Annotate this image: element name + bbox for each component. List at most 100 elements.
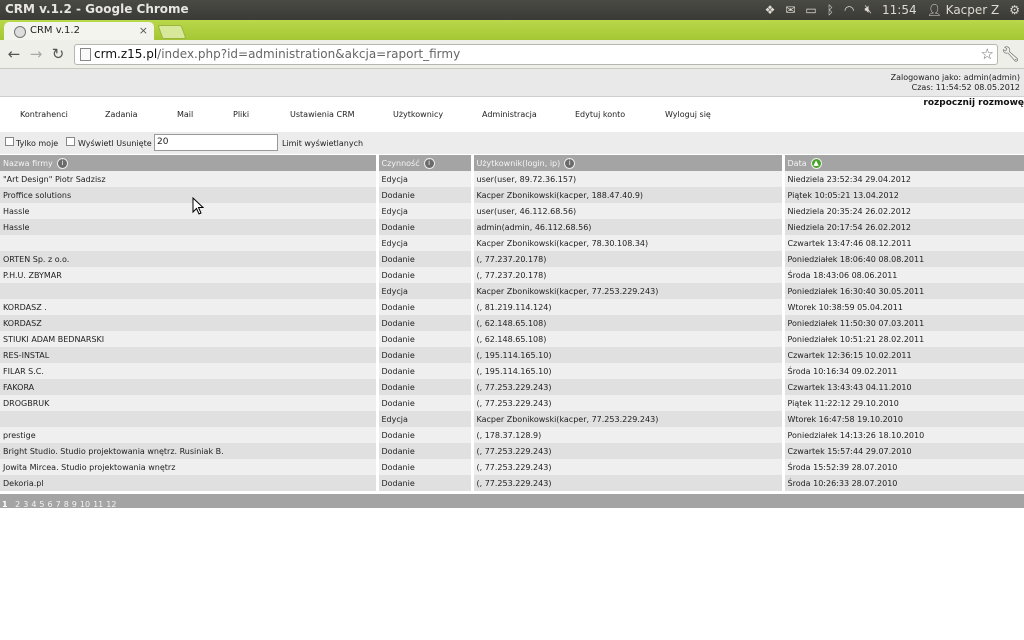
page-link[interactable]: 11 (93, 500, 103, 509)
table-row[interactable]: FAKORA Dodanie (, 77.253.229.243) Czwartek … (0, 379, 1024, 395)
user-info-bar: Zalogowano jako: admin(admin) Czas: 11:5… (0, 69, 1024, 97)
wrench-icon[interactable]: 🔧︎ (1001, 45, 1020, 63)
column-header-date[interactable]: Data ▲ (783, 155, 1024, 171)
gear-icon[interactable]: ⚙ (1009, 3, 1020, 17)
table-row[interactable]: STIUKI ADAM BEDNARSKI Dodanie (, 62.148.65… (0, 331, 1024, 347)
page-link[interactable]: 7 (56, 500, 61, 509)
back-icon[interactable]: ← (4, 44, 24, 64)
column-header-action[interactable]: Czynność i (377, 155, 474, 171)
menu-item-ustawienia[interactable]: Ustawienia CRM (290, 110, 355, 119)
cell-company: DROGBRUK (0, 395, 379, 411)
cell-user: (, 178.37.128.9) (472, 427, 785, 443)
menu-item-zadania[interactable]: Zadania (105, 110, 138, 119)
table-row[interactable]: Jowita Mircea. Studio projektowania wnęt… (0, 459, 1024, 475)
page-icon (80, 48, 91, 61)
table-row[interactable]: P.H.U. ZBYMAR Dodanie (, 77.237.20.178) Śro… (0, 267, 1024, 283)
show-deleted-checkbox[interactable] (66, 137, 75, 146)
menu-item-wyloguj[interactable]: Wyloguj się (665, 110, 711, 119)
cell-action: Dodanie (377, 379, 474, 395)
cell-action: Dodanie (377, 187, 474, 203)
only-mine-checkbox[interactable] (5, 137, 14, 146)
menu-item-uzytkownicy[interactable]: Użytkownicy (393, 110, 443, 119)
page-link-current[interactable]: 1 (2, 500, 8, 509)
table-row[interactable]: Edycja Kacper Zbonikowski(kacper, 77.253.… (0, 283, 1024, 299)
page-link[interactable]: 2 (15, 500, 20, 509)
cell-company: prestige (0, 427, 379, 443)
sort-icon[interactable]: ▲ (810, 157, 822, 169)
address-bar[interactable]: crm.z15.pl/index.php?id=administration&a… (74, 44, 998, 65)
filter-bar: Tylko moje Wyświetl Usunięte 20 Limit wy… (0, 132, 1024, 154)
battery-icon[interactable]: ▭ (805, 3, 816, 17)
mail-icon[interactable]: ✉ (785, 3, 795, 17)
time-label: Czas: 11:54:52 08.05.2012 (911, 83, 1020, 92)
table-header-row: Nazwa firmy i Czynność i Użytkownik(login,… (0, 155, 1024, 171)
info-icon[interactable]: i (56, 157, 68, 169)
column-header-user[interactable]: Użytkownik(login, ip) i (472, 155, 785, 171)
menu-item-edytuj-konto[interactable]: Edytuj konto (575, 110, 625, 119)
table-row[interactable]: Edycja Kacper Zbonikowski(kacper, 77.253.… (0, 411, 1024, 427)
page-link[interactable]: 10 (80, 500, 90, 509)
table-row[interactable]: DROGBRUK Dodanie (, 77.253.229.243) Piątek … (0, 395, 1024, 411)
cell-company (0, 235, 379, 251)
wifi-icon[interactable]: ◠ (844, 3, 854, 17)
user-menu[interactable]: 👤︎ Kacper Z (927, 3, 1000, 17)
table-row[interactable]: Hassle Dodanie admin(admin, 46.112.68.56) N… (0, 219, 1024, 235)
only-mine-label: Tylko moje (16, 139, 59, 148)
page-link[interactable]: 5 (39, 500, 44, 509)
bluetooth-icon[interactable]: ᛒ (827, 3, 834, 17)
table-row[interactable]: KORDASZ . Dodanie (, 81.219.114.124) Wtorek… (0, 299, 1024, 315)
cell-company: Jowita Mircea. Studio projektowania wnęt… (0, 459, 379, 475)
dropbox-icon[interactable]: ❖ (765, 3, 776, 17)
info-icon[interactable]: i (564, 157, 576, 169)
page-link[interactable]: 9 (72, 500, 77, 509)
page-link[interactable]: 4 (31, 500, 36, 509)
reload-icon[interactable]: ↻ (48, 44, 68, 64)
page-link[interactable]: 6 (48, 500, 53, 509)
bookmark-star-icon[interactable]: ☆ (981, 45, 994, 63)
table-row[interactable]: FILAR S.C. Dodanie (, 195.114.165.10) Środa… (0, 363, 1024, 379)
cell-action: Dodanie (377, 347, 474, 363)
volume-icon[interactable]: 🔇︎ (864, 2, 872, 17)
cell-user: (, 195.114.165.10) (472, 347, 785, 363)
tab-strip: CRM v.1.2 × (0, 20, 1024, 40)
cell-user: (, 77.253.229.243) (472, 379, 785, 395)
close-icon[interactable]: × (139, 24, 148, 37)
table-row[interactable]: KORDASZ Dodanie (, 62.148.65.108) Poniedzia… (0, 315, 1024, 331)
column-header-label: Użytkownik(login, ip) (476, 158, 561, 168)
cell-date: Środa 18:43:06 08.06.2011 (783, 267, 1024, 283)
table-row[interactable]: RES-INSTAL Dodanie (, 195.114.165.10) Czwar… (0, 347, 1024, 363)
new-tab-button[interactable] (157, 25, 187, 39)
cell-date: Czwartek 15:57:44 29.07.2010 (783, 443, 1024, 459)
table-body: "Art Design" Piotr Sadzisz Edycja user(use… (0, 171, 1024, 491)
limit-input[interactable]: 20 (154, 134, 278, 151)
column-header-company[interactable]: Nazwa firmy i (0, 155, 379, 171)
forward-icon[interactable]: → (26, 44, 46, 64)
cell-company: "Art Design" Piotr Sadzisz (0, 171, 379, 187)
table-row[interactable]: Bright Studio. Studio projektowania wnęt… (0, 443, 1024, 459)
cell-user: user(user, 89.72.36.157) (472, 171, 785, 187)
menu-item-pliki[interactable]: Pliki (233, 110, 249, 119)
table-row[interactable]: prestige Dodanie (, 178.37.128.9) Poniedzia… (0, 427, 1024, 443)
menu-item-administracja[interactable]: Administracja (482, 110, 537, 119)
cell-action: Dodanie (377, 331, 474, 347)
table-row[interactable]: Edycja Kacper Zbonikowski(kacper, 78.30.1… (0, 235, 1024, 251)
cell-date: Środa 15:52:39 28.07.2010 (783, 459, 1024, 475)
column-header-label: Czynność (381, 158, 420, 168)
clock[interactable]: 11:54 (882, 3, 917, 17)
browser-tab[interactable]: CRM v.1.2 × (4, 22, 154, 40)
page-link[interactable]: 12 (106, 500, 116, 509)
cell-user: (, 77.253.229.243) (472, 395, 785, 411)
cell-company (0, 411, 379, 427)
page-link[interactable]: 3 (23, 500, 28, 509)
cell-date: Niedziela 20:17:54 26.02.2012 (783, 219, 1024, 235)
info-icon[interactable]: i (423, 157, 435, 169)
table-row[interactable]: ORTEN Sp. z o.o. Dodanie (, 77.237.20.178)… (0, 251, 1024, 267)
menu-item-kontrahenci[interactable]: Kontrahenci (20, 110, 68, 119)
page-link[interactable]: 8 (64, 500, 69, 509)
table-row[interactable]: Hassle Edycja user(user, 46.112.68.56) Nied… (0, 203, 1024, 219)
table-row[interactable]: "Art Design" Piotr Sadzisz Edycja user(use… (0, 171, 1024, 187)
cell-action: Dodanie (377, 219, 474, 235)
table-row[interactable]: Dekoria.pl Dodanie (, 77.253.229.243) Środa… (0, 475, 1024, 491)
table-row[interactable]: Proffice solutions Dodanie Kacper Zbonikow… (0, 187, 1024, 203)
menu-item-mail[interactable]: Mail (177, 110, 193, 119)
